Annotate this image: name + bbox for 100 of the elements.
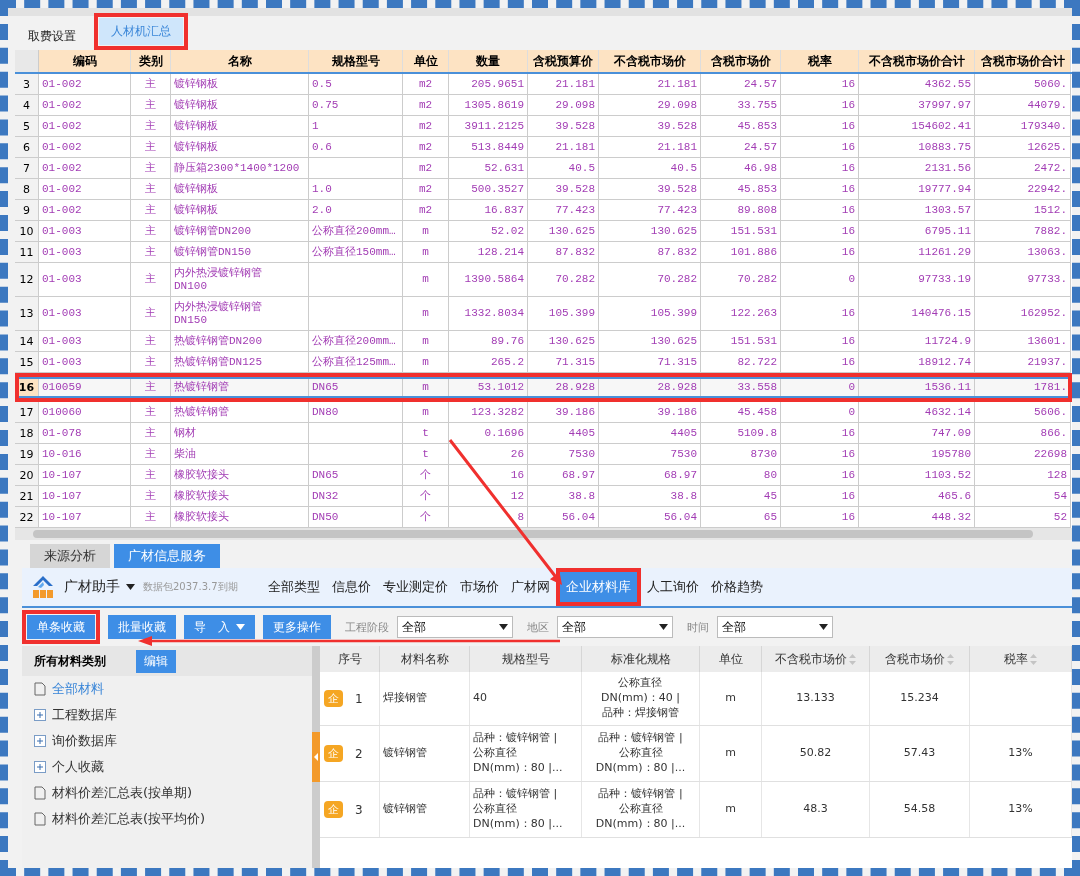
header-corner [15,50,39,72]
category-tab[interactable]: 市场价 [453,568,505,606]
table-row[interactable]: 13 01-003 主 内外热浸镀锌钢管 DN150 m 1332.8034 105.399 105.399 122.263 16 140476.15 162952. [15,297,1072,331]
caret-icon [819,624,828,630]
table-row[interactable]: 22 10-107 主 橡胶软接头 DN50 个 8 56.04 56.04 65 16 448.32 52 [15,507,1072,528]
table-cell: 50.82 [762,726,870,781]
table-cell: 57.43 [870,726,970,781]
table-cell: 53.1012 [449,377,528,398]
category-tab[interactable]: 价格趋势 [704,568,769,606]
table-row[interactable]: 10 01-003 主 镀锌钢管DN200 公称直径200mm… m 52.02 130.625 130.625 151.531 16 6795.11 7882. [15,221,1072,242]
column-header: 不含税市场价合计 [859,50,975,72]
table-row[interactable]: 9 01-002 主 镀锌钢板 2.0 m2 16.837 77.423 77.423 89.808 16 1303.57 1512. [15,200,1072,221]
filter-dropdown[interactable]: 全部 [717,616,833,638]
table-cell: 主 [131,377,171,398]
row-number: 17 [15,402,39,423]
table-cell: 16 [781,352,859,373]
category-tab[interactable]: 全部类型 [261,568,326,606]
row-number: 11 [15,242,39,263]
table-row[interactable]: 6 01-002 主 镀锌钢板 0.6 m2 513.8449 21.181 21.181 24.57 16 10883.75 12625. [15,137,1072,158]
table-cell: 010059 [39,377,131,398]
column-header: 含税市场价 [701,50,781,72]
table-cell: 13% [970,782,1072,837]
row-number: 6 [15,137,39,158]
column-header: 类别 [131,50,171,72]
table-row[interactable]: 17 010060 主 热镀锌钢管 DN80 m 123.3282 39.186 39.186 45.458 0 4632.14 5606. [15,402,1072,423]
tab[interactable]: 取费设置 [16,23,88,50]
table-row[interactable]: 11 01-003 主 镀锌钢管DN150 公称直径150mm… m 128.214 87.832 87.832 101.886 16 11261.29 13063. [15,242,1072,263]
tab[interactable]: 来源分析 [30,544,110,568]
tree-item[interactable]: 个人收藏 [22,754,312,780]
table-cell: 3 [355,802,363,817]
table-cell: 13.133 [762,672,870,725]
expand-icon[interactable] [34,709,46,721]
tag: 企 [324,745,343,762]
column-header: 含税预算价 [528,50,599,72]
table-cell: 焊接钢管 [380,672,470,725]
logo-icon [30,574,56,600]
table-cell: 1 [355,691,363,706]
tree-item[interactable]: 材料价差汇总表(按单期) [22,780,312,806]
table-cell: 公称直径125mm… [309,352,403,373]
file-icon [34,682,46,696]
table-cell: 热镀锌钢管 [171,377,309,398]
table-cell: 热镀锌钢管DN125 [171,352,309,373]
sort-icon[interactable] [849,653,856,665]
table-cell: 品种：镀锌钢管 | 公称直径 DN(mm)：80 |... [582,782,700,837]
filter-dropdown[interactable]: 全部 [397,616,513,638]
table-row[interactable]: 14 01-003 主 热镀锌钢管DN200 公称直径200mm… m 89.76 130.625 130.625 151.531 16 11724.9 13601. [15,331,1072,352]
caret-icon [499,624,508,630]
tree-item[interactable]: 询价数据库 [22,728,312,754]
table-row[interactable]: 4 01-002 主 镀锌钢板 0.75 m2 1305.8619 29.098 29.098 33.755 16 37997.97 44079. [15,95,1072,116]
row-number: 15 [15,352,39,373]
column-header: 数量 [449,50,528,72]
table-row[interactable]: 15 01-003 主 热镀锌钢管DN125 公称直径125mm… m 265.2 71.315 71.315 82.722 16 18912.74 21937. [15,352,1072,373]
column-header: 单位 [403,50,449,72]
expand-icon[interactable] [34,735,46,747]
tree-item[interactable]: 工程数据库 [22,702,312,728]
table-cell: 18912.74 [859,352,975,373]
scrollbar[interactable] [15,528,1072,540]
table-row[interactable]: 5 01-002 主 镀锌钢板 1 m2 3911.2125 39.528 39.528 45.853 16 154602.41 179340. [15,116,1072,137]
tag: 企 [324,690,343,707]
table-cell: 1536.11 [859,377,975,398]
sort-icon[interactable] [1030,653,1037,665]
app-menu[interactable]: 广材助手 [64,578,135,596]
table-cell: 2 [355,746,363,761]
category-tab[interactable]: 专业测定价 [376,568,454,606]
table-cell: 主 [131,352,171,373]
row-number: 3 [15,74,39,95]
tree-item[interactable]: 材料价差汇总表(按平均价) [22,806,312,832]
category-tab[interactable]: 人工询价 [640,568,705,606]
table-row[interactable]: 3 01-002 主 镀锌钢板 0.5 m2 205.9651 21.181 21.181 24.57 16 4362.55 5060. [15,74,1072,95]
table-row[interactable]: 20 10-107 主 橡胶软接头 DN65 个 16 68.97 68.97 80 16 1103.52 128 [15,465,1072,486]
row-number: 14 [15,331,39,352]
table-row[interactable]: 8 01-002 主 镀锌钢板 1.0 m2 500.3527 39.528 39.528 45.853 16 19777.94 22942. [15,179,1072,200]
table-cell: 品种：镀锌钢管 | 公称直径 DN(mm)：80 |... [470,726,582,781]
table-row[interactable]: 12 01-003 主 内外热浸镀锌钢管 DN100 m 1390.5864 70.282 70.282 70.282 0 97733.19 97733. [15,263,1072,297]
table-cell: 镀锌钢管 [380,782,470,837]
table-cell: 28.928 [528,377,599,398]
filter-label: 地区 [527,619,549,635]
filter-label: 工程阶段 [345,619,389,635]
column-header[interactable]: 税率 [1004,650,1028,668]
table-row[interactable]: 21 10-107 主 橡胶软接头 DN32 个 12 38.8 38.8 45 16 465.6 54 [15,486,1072,507]
column-header[interactable]: 含税市场价 [885,650,945,668]
row-number: 9 [15,200,39,221]
column-header: 税率 [781,50,859,72]
row-number: 22 [15,507,39,528]
column-header: 规格型号 [309,50,403,72]
filter-label: 时间 [687,619,709,635]
caret-icon [236,624,245,630]
column-header: 含税市场价合计 [975,50,1071,72]
expand-icon[interactable] [34,761,46,773]
sort-icon[interactable] [947,653,954,665]
table-row[interactable]: 7 01-002 主 静压箱2300*1400*1200 m2 52.631 40.5 40.5 46.98 16 2131.56 2472. [15,158,1072,179]
table-cell: 品种：镀锌钢管 | 公称直径 DN(mm)：80 |... [470,782,582,837]
filter-dropdown[interactable]: 全部 [557,616,673,638]
column-header[interactable]: 不含税市场价 [775,650,847,668]
table-cell: 54.58 [870,782,970,837]
table-row[interactable]: 18 01-078 主 钢材 t 0.1696 4405 4405 5109.8 16 747.09 866. [15,423,1072,444]
category-tab[interactable]: 信息价 [325,568,377,606]
category-tab[interactable]: 广材网 [504,568,556,606]
collapse-handle[interactable] [312,732,320,782]
table-row[interactable]: 19 10-016 主 柴油 t 26 7530 7530 8730 16 195780 22698 [15,444,1072,465]
